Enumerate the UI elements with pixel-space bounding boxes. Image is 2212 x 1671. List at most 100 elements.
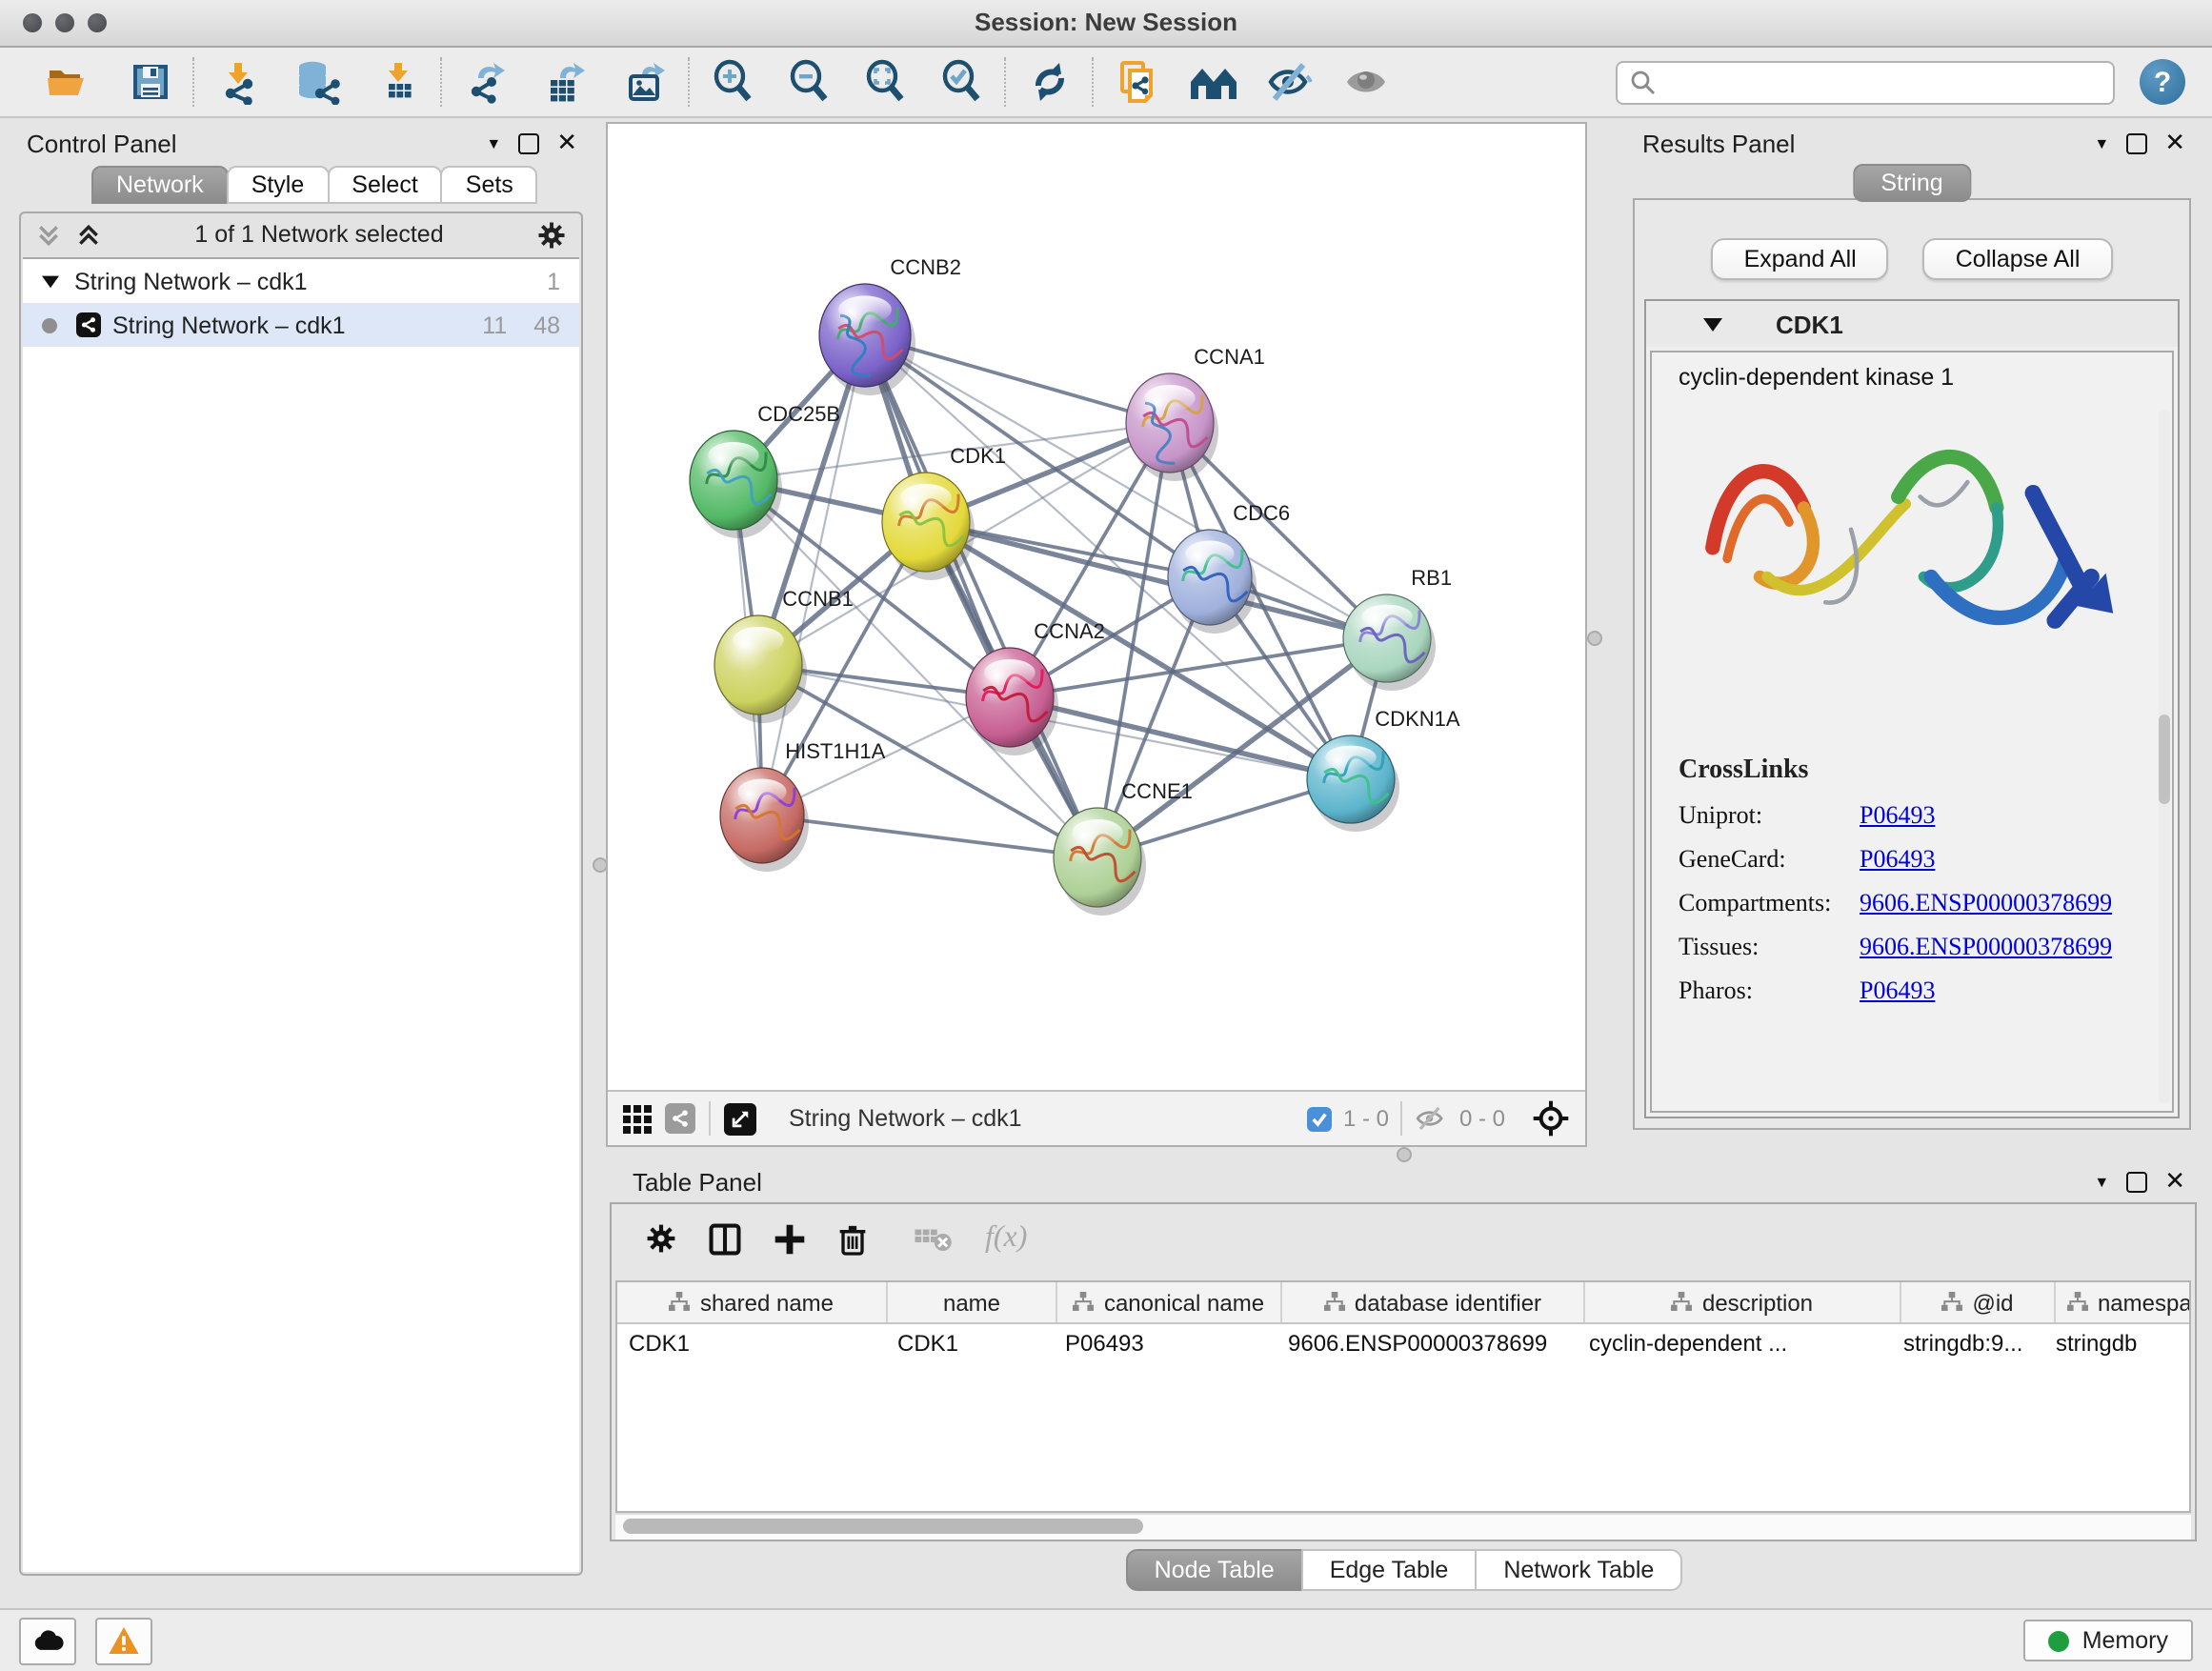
function-builder-icon[interactable]: f(x): [985, 1221, 1027, 1256]
table-row[interactable]: CDK1CDK1P064939606.ENSP00000378699cyclin…: [617, 1324, 2189, 1362]
first-neighbors-icon[interactable]: [1185, 53, 1242, 111]
table-cell[interactable]: 9606.ENSP00000378699: [1277, 1324, 1578, 1362]
float-panel-icon[interactable]: ▼: [2094, 1173, 2109, 1190]
network-canvas[interactable]: CCNB2CCNA1CDC25BCDK1CDC6RB1CCNB1CCNA2CDK…: [608, 124, 1585, 1092]
duplicate-network-icon[interactable]: [1109, 53, 1166, 111]
help-button[interactable]: ?: [2140, 59, 2185, 105]
crosslink-link[interactable]: P06493: [1860, 844, 1935, 875]
birdseye-view-icon[interactable]: [724, 1102, 756, 1135]
network-collection-row[interactable]: String Network – cdk1 1: [23, 259, 579, 303]
close-panel-icon[interactable]: ✕: [556, 133, 577, 152]
close-panel-icon[interactable]: ✕: [2164, 133, 2185, 152]
tab-network-table[interactable]: Network Table: [1475, 1549, 1682, 1591]
search-box[interactable]: [1616, 60, 2115, 104]
network-node-cdk1[interactable]: [882, 473, 975, 580]
hide-selected-icon[interactable]: [1261, 53, 1318, 111]
network-view-icon[interactable]: [665, 1103, 695, 1134]
table-cell[interactable]: CDK1: [617, 1324, 886, 1362]
table-cell[interactable]: P06493: [1054, 1324, 1277, 1362]
cloud-status-button[interactable]: [19, 1617, 76, 1664]
float-panel-icon[interactable]: ▼: [2094, 134, 2109, 151]
table-cell[interactable]: stringdb: [2044, 1324, 2191, 1362]
table-cell[interactable]: stringdb:9...: [1892, 1324, 2044, 1362]
network-node-cdkn1a[interactable]: [1307, 735, 1399, 832]
show-all-icon[interactable]: [1337, 53, 1395, 111]
column-header-description[interactable]: description: [1585, 1282, 1901, 1322]
network-node-cdc6[interactable]: [1168, 530, 1257, 634]
column-header-name[interactable]: name: [888, 1282, 1057, 1322]
column-header-canonical-name[interactable]: canonical name: [1057, 1282, 1282, 1322]
close-panel-icon[interactable]: ✕: [2164, 1172, 2185, 1191]
zoom-fit-icon[interactable]: [857, 53, 915, 111]
apply-layout-icon[interactable]: [1021, 53, 1078, 111]
tab-edge-table[interactable]: Edge Table: [1301, 1549, 1478, 1591]
memory-button[interactable]: Memory: [2023, 1620, 2193, 1661]
show-columns-icon[interactable]: [709, 1222, 741, 1255]
bottom-splitter[interactable]: [606, 1147, 2201, 1160]
export-network-icon[interactable]: [457, 53, 514, 111]
network-node-ccna2[interactable]: [966, 648, 1058, 755]
column-header-namespace[interactable]: namespace: [2056, 1282, 2191, 1322]
delete-table-icon[interactable]: [915, 1224, 953, 1253]
import-network-database-icon[interactable]: [290, 53, 347, 111]
table-horizontal-scrollbar[interactable]: [615, 1513, 2191, 1540]
network-node-ccnb1[interactable]: [714, 615, 807, 723]
delete-column-icon[interactable]: [838, 1222, 867, 1255]
collapse-entry-icon[interactable]: [1703, 314, 1722, 333]
network-node-ccna1[interactable]: [1126, 373, 1218, 481]
open-session-icon[interactable]: [38, 53, 95, 111]
right-splitter[interactable]: [1587, 122, 1600, 1147]
column-header-shared-name[interactable]: shared name: [617, 1282, 888, 1322]
tab-string[interactable]: String: [1852, 164, 1971, 202]
expand-all-button[interactable]: Expand All: [1712, 238, 1889, 280]
grid-view-icon[interactable]: [623, 1104, 652, 1133]
tab-select[interactable]: Select: [327, 166, 443, 204]
network-node-ccnb2[interactable]: [819, 284, 915, 395]
network-edge[interactable]: [1010, 697, 1351, 779]
network-node-cdc25b[interactable]: [690, 431, 782, 538]
zoom-in-icon[interactable]: [705, 53, 762, 111]
export-table-icon[interactable]: [537, 53, 594, 111]
tab-style[interactable]: Style: [227, 166, 330, 204]
column-header--id[interactable]: @id: [1901, 1282, 2056, 1322]
left-splitter[interactable]: [593, 122, 606, 1583]
export-image-icon[interactable]: [617, 53, 674, 111]
zoom-out-icon[interactable]: [781, 53, 838, 111]
table-options-gear-icon[interactable]: [646, 1223, 676, 1254]
collapse-all-icon[interactable]: [76, 222, 101, 247]
table-cell[interactable]: cyclin-dependent ...: [1578, 1324, 1892, 1362]
tab-sets[interactable]: Sets: [441, 166, 538, 204]
network-node-hist1h1a[interactable]: [720, 768, 809, 872]
network-node-rb1[interactable]: [1343, 594, 1436, 691]
undock-panel-icon[interactable]: [2126, 132, 2147, 153]
crosslink-link[interactable]: 9606.ENSP00000378699: [1860, 932, 2112, 962]
warnings-button[interactable]: [95, 1617, 152, 1664]
selected-indicator-checkbox[interactable]: [1307, 1106, 1332, 1131]
network-node-ccne1[interactable]: [1054, 808, 1146, 916]
tab-network[interactable]: Network: [91, 166, 229, 204]
undock-panel-icon[interactable]: [2126, 1171, 2147, 1192]
options-gear-icon[interactable]: [537, 220, 566, 249]
import-network-icon[interactable]: [210, 53, 267, 111]
expand-all-icon[interactable]: [36, 222, 61, 247]
create-column-icon[interactable]: [774, 1222, 806, 1255]
tab-node-table[interactable]: Node Table: [1126, 1549, 1303, 1591]
results-scrollbar[interactable]: [2159, 410, 2170, 1103]
float-panel-icon[interactable]: ▼: [486, 134, 501, 151]
save-session-icon[interactable]: [122, 53, 179, 111]
collapse-arrow-icon[interactable]: [42, 272, 59, 290]
collapse-all-button[interactable]: Collapse All: [1923, 238, 2113, 280]
crosslink-link[interactable]: P06493: [1860, 976, 1935, 1006]
search-input[interactable]: [1656, 67, 2101, 97]
table-cell[interactable]: CDK1: [886, 1324, 1054, 1362]
network-row[interactable]: String Network – cdk1 11 48: [23, 303, 579, 347]
fit-content-icon[interactable]: [1532, 1099, 1570, 1137]
zoom-selected-icon[interactable]: [934, 53, 991, 111]
crosslink-link[interactable]: 9606.ENSP00000378699: [1860, 888, 2112, 918]
crosslink-link[interactable]: P06493: [1860, 800, 1935, 831]
column-header-database-identifier[interactable]: database identifier: [1282, 1282, 1585, 1322]
undock-panel-icon[interactable]: [518, 132, 539, 153]
network-edge[interactable]: [762, 815, 1097, 857]
network-edge[interactable]: [865, 335, 1097, 857]
import-table-icon[interactable]: [370, 53, 427, 111]
